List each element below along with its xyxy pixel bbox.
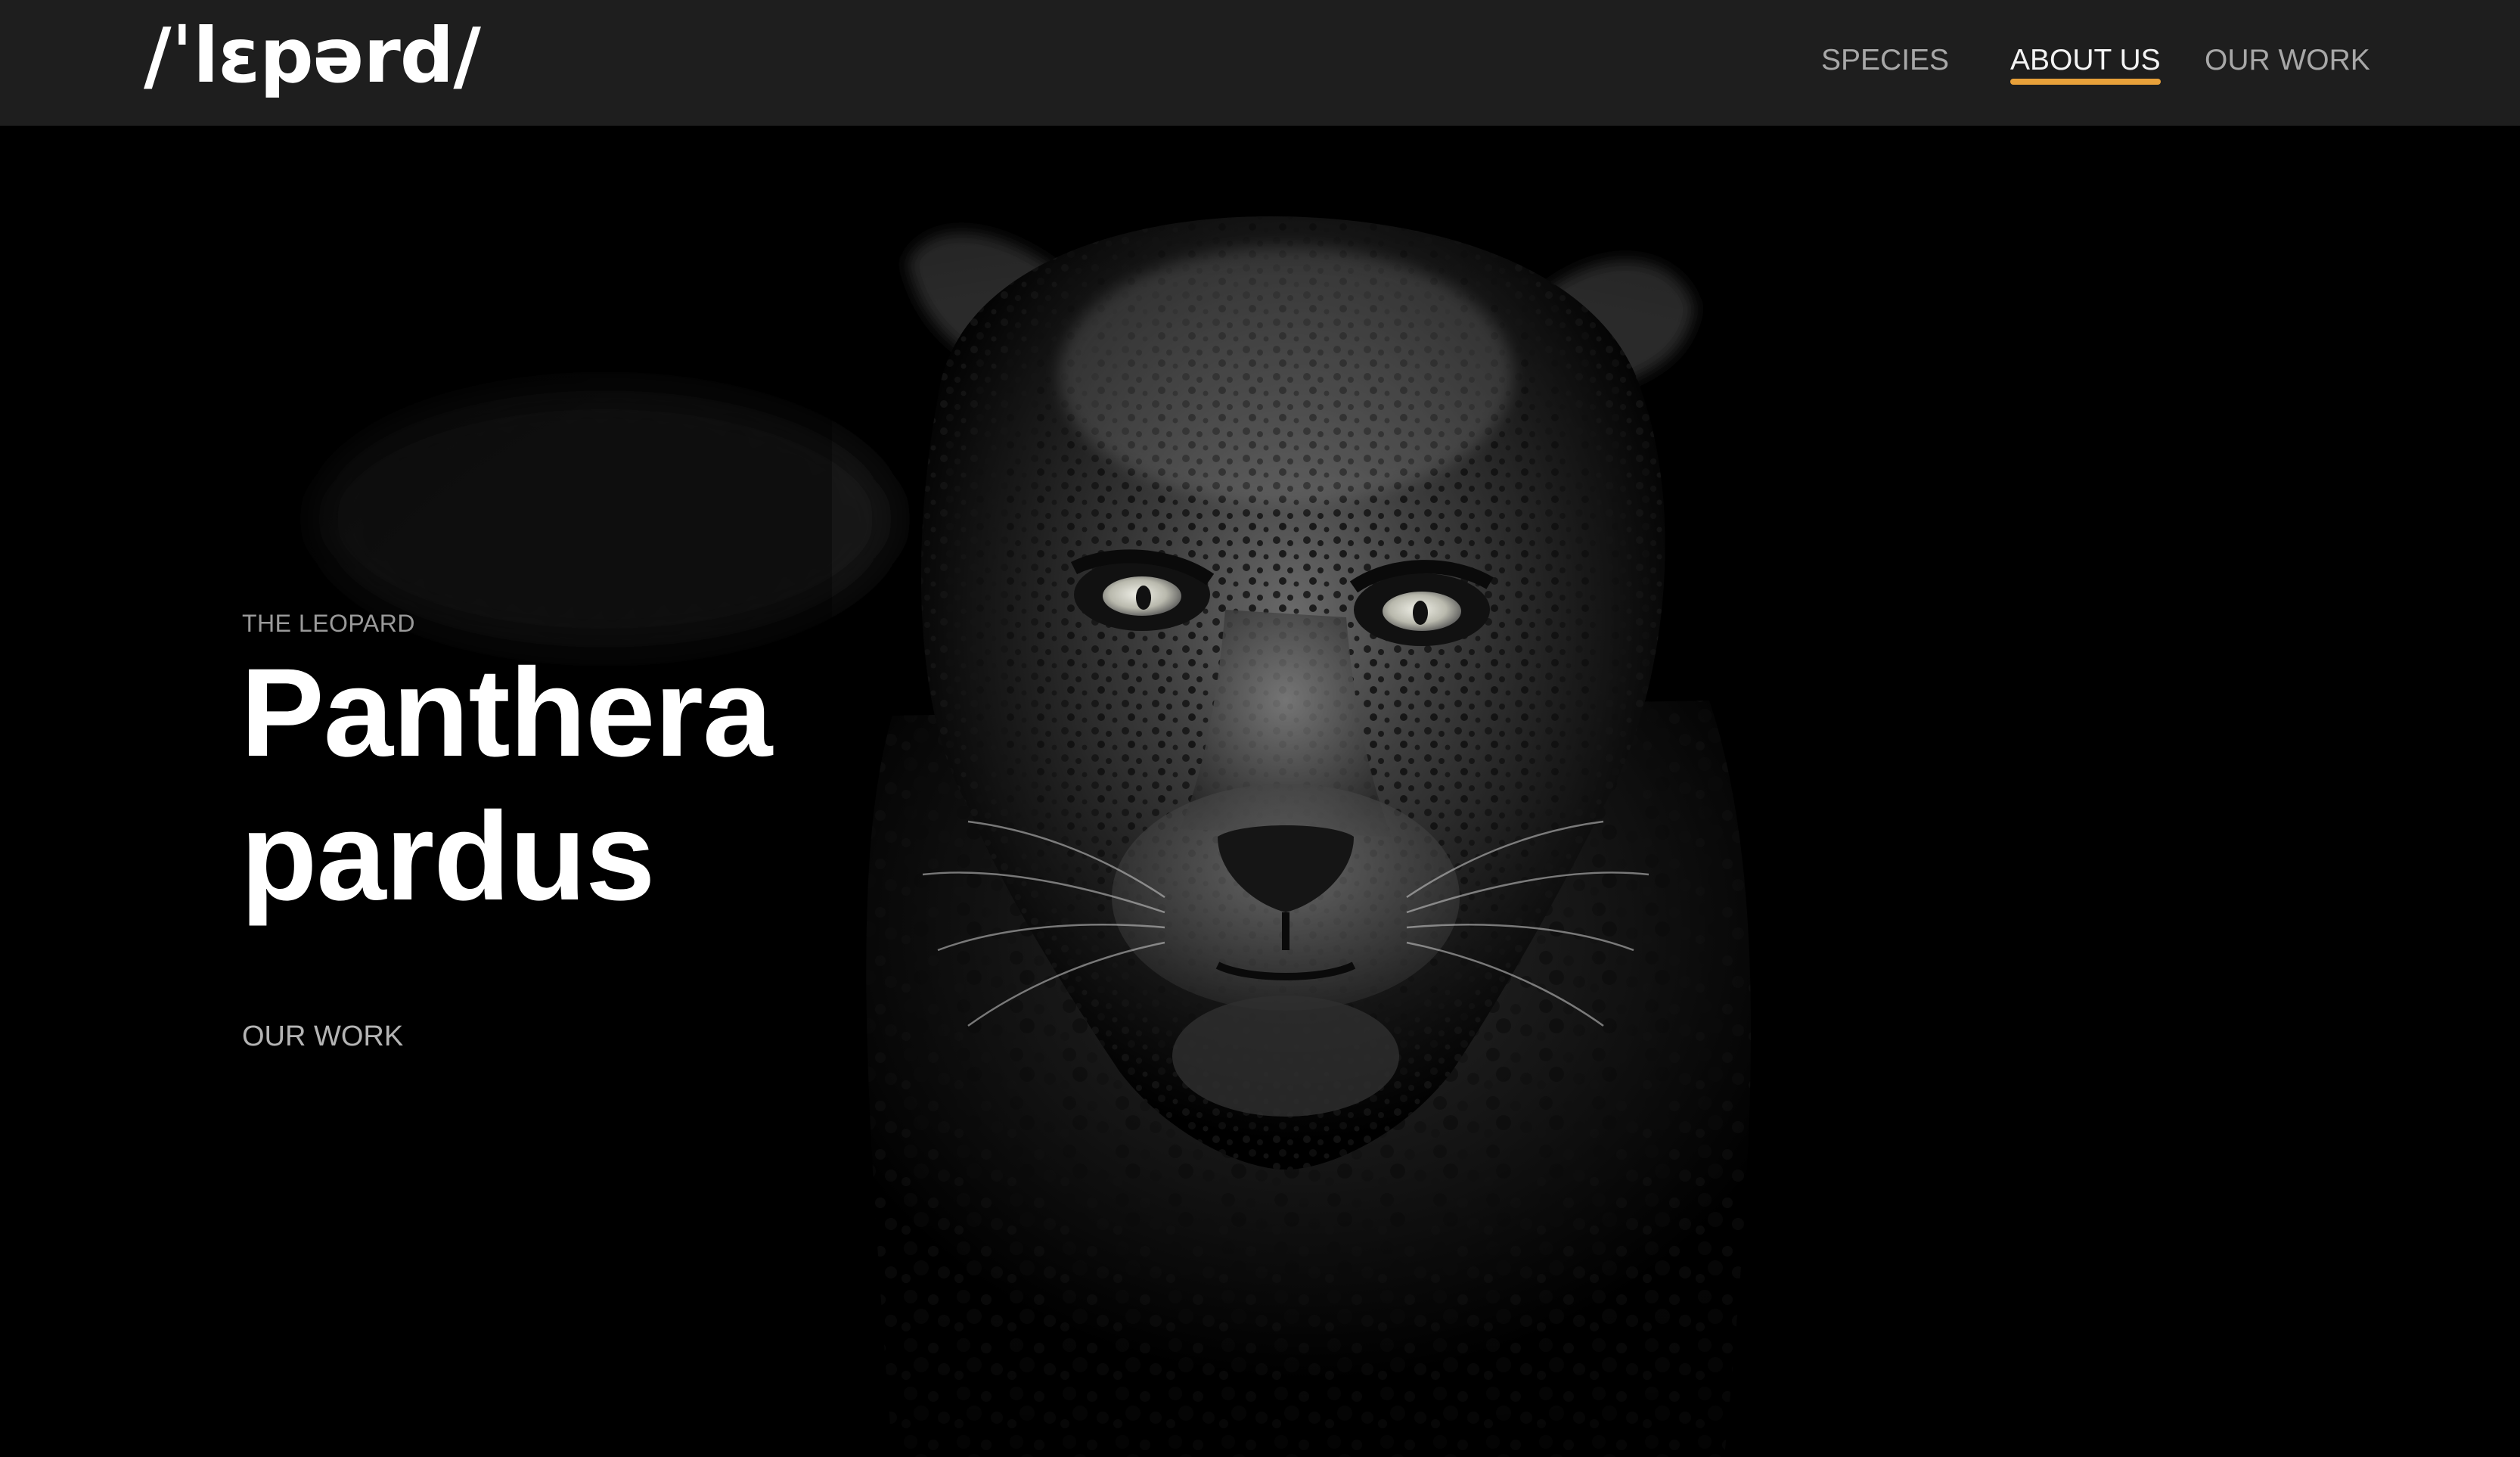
- hero-section: THE LEOPARD Panthera pardus OUR WORK: [0, 126, 2520, 1457]
- nav-item-our-work[interactable]: OUR WORK: [2205, 42, 2370, 79]
- hero-title-line-1: Panthera: [241, 643, 772, 783]
- hero-eyebrow: THE LEOPARD: [242, 610, 415, 637]
- site-header: /ˈlɛpərd/ SPECIES ABOUT US OUR WORK: [0, 0, 2520, 126]
- nav-item-label: OUR WORK: [2205, 44, 2370, 76]
- nav-item-species[interactable]: SPECIES: [1821, 42, 1949, 79]
- hero-title-line-2: pardus: [241, 787, 655, 927]
- nav-item-about-us[interactable]: ABOUT US: [2010, 42, 2161, 85]
- nav-item-label: ABOUT US: [2010, 44, 2161, 76]
- site-logo[interactable]: /ˈlɛpərd/: [144, 11, 481, 101]
- our-work-link[interactable]: OUR WORK: [242, 1018, 403, 1055]
- nav-item-label: SPECIES: [1821, 44, 1950, 76]
- active-nav-underline: [2010, 79, 2161, 85]
- hero-title: Panthera pardus: [241, 642, 772, 929]
- page: /ˈlɛpərd/ SPECIES ABOUT US OUR WORK THE …: [0, 0, 2520, 1457]
